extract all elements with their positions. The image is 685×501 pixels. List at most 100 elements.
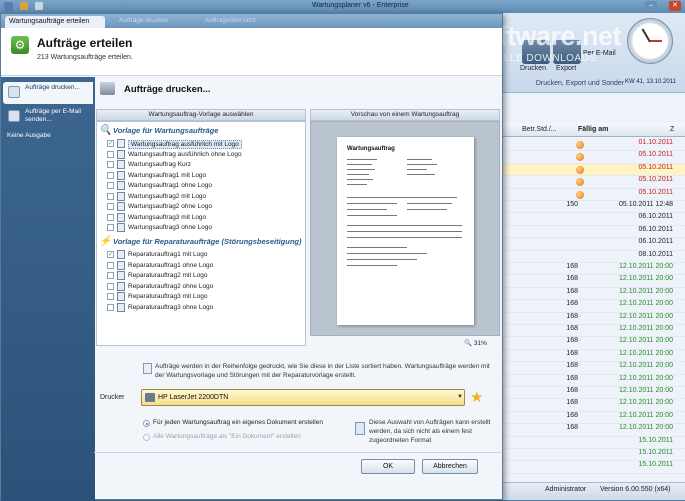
- star-icon[interactable]: ★: [470, 388, 483, 406]
- cell-due-date: 12.10.2011 20:00: [619, 300, 673, 308]
- table-row[interactable]: 08.10.2011: [500, 251, 685, 263]
- column-header-z[interactable]: Z: [670, 126, 674, 133]
- tab-inactive[interactable]: Auftragsübersicht: [205, 17, 256, 27]
- table-row[interactable]: 06.10.2011: [500, 226, 685, 239]
- cell-due-date: 12.10.2011 20:00: [619, 411, 673, 419]
- table-row[interactable]: 05.10.2011: [500, 189, 685, 201]
- template-label: Wartungsauftrag1 ohne Logo: [128, 182, 212, 189]
- table-row[interactable]: 15.10.2011: [500, 437, 685, 449]
- printer-icon: [8, 86, 20, 98]
- template-checkbox[interactable]: [107, 150, 114, 158]
- option-single-radio[interactable]: [143, 434, 150, 441]
- cancel-button[interactable]: Abbrechen: [422, 459, 478, 474]
- cell-due-date: 15.10.2011: [638, 449, 673, 456]
- table-row[interactable]: 05.10.2011: [500, 151, 685, 164]
- template-checkbox[interactable]: [107, 224, 114, 231]
- divider: [94, 452, 501, 453]
- table-row[interactable]: 05.10.2011: [500, 163, 685, 177]
- quick-access-icon[interactable]: [20, 2, 28, 10]
- ok-button[interactable]: OK: [361, 459, 415, 474]
- preview-text-line: [347, 215, 397, 217]
- printer-value[interactable]: HP LaserJet 2200DTN: [158, 394, 228, 401]
- printer-label: Drucker: [100, 394, 125, 401]
- tab-active[interactable]: Wartungsaufträge erteilen: [5, 16, 105, 28]
- table-row[interactable]: 168 12.10.2011 20:00: [500, 362, 685, 375]
- option-separate-label[interactable]: Für jeden Wartungsauftrag ein eigenes Do…: [153, 419, 323, 426]
- quick-access-icon[interactable]: [35, 2, 43, 10]
- template-list: 🔍 Vorlage für Wartungsaufträge ✓ Wartungs…: [96, 121, 306, 346]
- table-row[interactable]: 05.10.2011: [500, 176, 685, 189]
- template-checkbox[interactable]: ✓: [107, 140, 114, 147]
- sidebar-item-none[interactable]: Keine Ausgabe: [3, 130, 93, 152]
- preview-text-line: [347, 197, 457, 199]
- template-checkbox[interactable]: [107, 261, 114, 269]
- column-header-faellig[interactable]: Fällig am: [578, 126, 608, 133]
- table-row[interactable]: 168 12.10.2011 20:00: [500, 387, 685, 400]
- sidebar-item-email[interactable]: Aufträge per E-Mail senden...: [3, 106, 93, 128]
- cell-due-date: 12.10.2011 20:00: [619, 287, 673, 295]
- table-row[interactable]: 150 05.10.2011 12:48: [500, 201, 685, 214]
- template-label: Wartungsauftrag1 mit Logo: [128, 171, 207, 179]
- cell-due-date: 05.10.2011: [638, 176, 673, 184]
- table-row[interactable]: 168 12.10.2011 20:00: [500, 337, 685, 350]
- document-icon: [117, 202, 125, 211]
- table-row[interactable]: 15.10.2011: [500, 461, 685, 474]
- table-row[interactable]: 168 12.10.2011 20:00: [500, 275, 685, 288]
- dialog-titlebar: Wartungsaufträge erteilen Aufträge druck…: [1, 14, 502, 28]
- table-row[interactable]: 168 12.10.2011 20:00: [500, 287, 685, 301]
- preview-text-line: [407, 174, 435, 176]
- template-checkbox[interactable]: [107, 171, 114, 179]
- template-checkbox[interactable]: [107, 203, 114, 210]
- option-single-label[interactable]: Alle Wartungsaufträge als "Ein Dokument"…: [153, 433, 301, 440]
- template-checkbox[interactable]: [107, 303, 114, 311]
- template-checkbox[interactable]: [107, 182, 114, 189]
- group-label: Vorlage für Reparaturaufträge (Störungsb…: [113, 237, 302, 246]
- cell-betr: 168: [566, 424, 578, 432]
- cell-due-date: 12.10.2011 20:00: [619, 263, 673, 270]
- tab-inactive[interactable]: Aufträge drucken: [119, 17, 169, 27]
- table-row[interactable]: 01.10.2011: [500, 139, 685, 152]
- template-checkbox[interactable]: [107, 161, 114, 168]
- table-row[interactable]: 15.10.2011: [500, 449, 685, 462]
- minimize-button[interactable]: –: [645, 1, 657, 11]
- ribbon-export-label[interactable]: Export: [556, 65, 576, 72]
- template-checkbox[interactable]: [107, 213, 114, 221]
- preview-text-line: [347, 225, 462, 227]
- app-menu-icon[interactable]: [4, 2, 13, 11]
- template-column-header: Wartungsauftrag-Vorlage auswählen: [96, 109, 306, 121]
- chevron-down-icon[interactable]: ▼: [455, 390, 465, 405]
- table-row[interactable]: 168 12.10.2011 20:00: [500, 263, 685, 276]
- template-checkbox[interactable]: [107, 293, 114, 300]
- table-row[interactable]: 168 12.10.2011 20:00: [500, 375, 685, 387]
- template-checkbox[interactable]: ✓: [107, 251, 114, 258]
- template-checkbox[interactable]: [107, 272, 114, 279]
- close-button[interactable]: ✕: [669, 1, 681, 11]
- cell-due-date: 15.10.2011: [638, 461, 673, 469]
- table-row[interactable]: 168 12.10.2011 20:00: [500, 424, 685, 437]
- document-icon: [117, 281, 125, 291]
- ribbon-print-label[interactable]: Drucken: [520, 65, 546, 72]
- template-checkbox[interactable]: [107, 282, 114, 290]
- option-separate-radio[interactable]: [143, 420, 150, 427]
- cell-betr: 168: [566, 362, 578, 370]
- table-row[interactable]: 06.10.2011: [500, 213, 685, 226]
- table-row[interactable]: 168 12.10.2011 20:00: [500, 349, 685, 363]
- preview-text-line: [407, 164, 437, 166]
- clock-hand: [650, 40, 662, 42]
- sidebar-item-print[interactable]: Aufträge drucken...: [3, 82, 93, 104]
- cell-due-date: 12.10.2011 20:00: [619, 349, 673, 357]
- document-icon: [117, 181, 125, 190]
- table-row[interactable]: 168 12.10.2011 20:00: [500, 325, 685, 338]
- document-icon: [117, 260, 125, 270]
- column-header-betr[interactable]: Betr.Std./...: [522, 126, 557, 133]
- table-row[interactable]: 06.10.2011: [500, 238, 685, 251]
- table-row[interactable]: 168 12.10.2011 20:00: [500, 313, 685, 325]
- preview-text-line: [347, 231, 462, 233]
- table-row[interactable]: 168 12.10.2011 20:00: [500, 411, 685, 425]
- printer-icon: [145, 393, 155, 402]
- table-row[interactable]: 168 12.10.2011 20:00: [500, 399, 685, 412]
- table-row[interactable]: 168 12.10.2011 20:00: [500, 300, 685, 313]
- template-checkbox[interactable]: [107, 192, 114, 200]
- preview-text-line: [347, 179, 373, 181]
- dialog-subtitle: 213 Wartungsaufträge erteilen.: [37, 54, 133, 61]
